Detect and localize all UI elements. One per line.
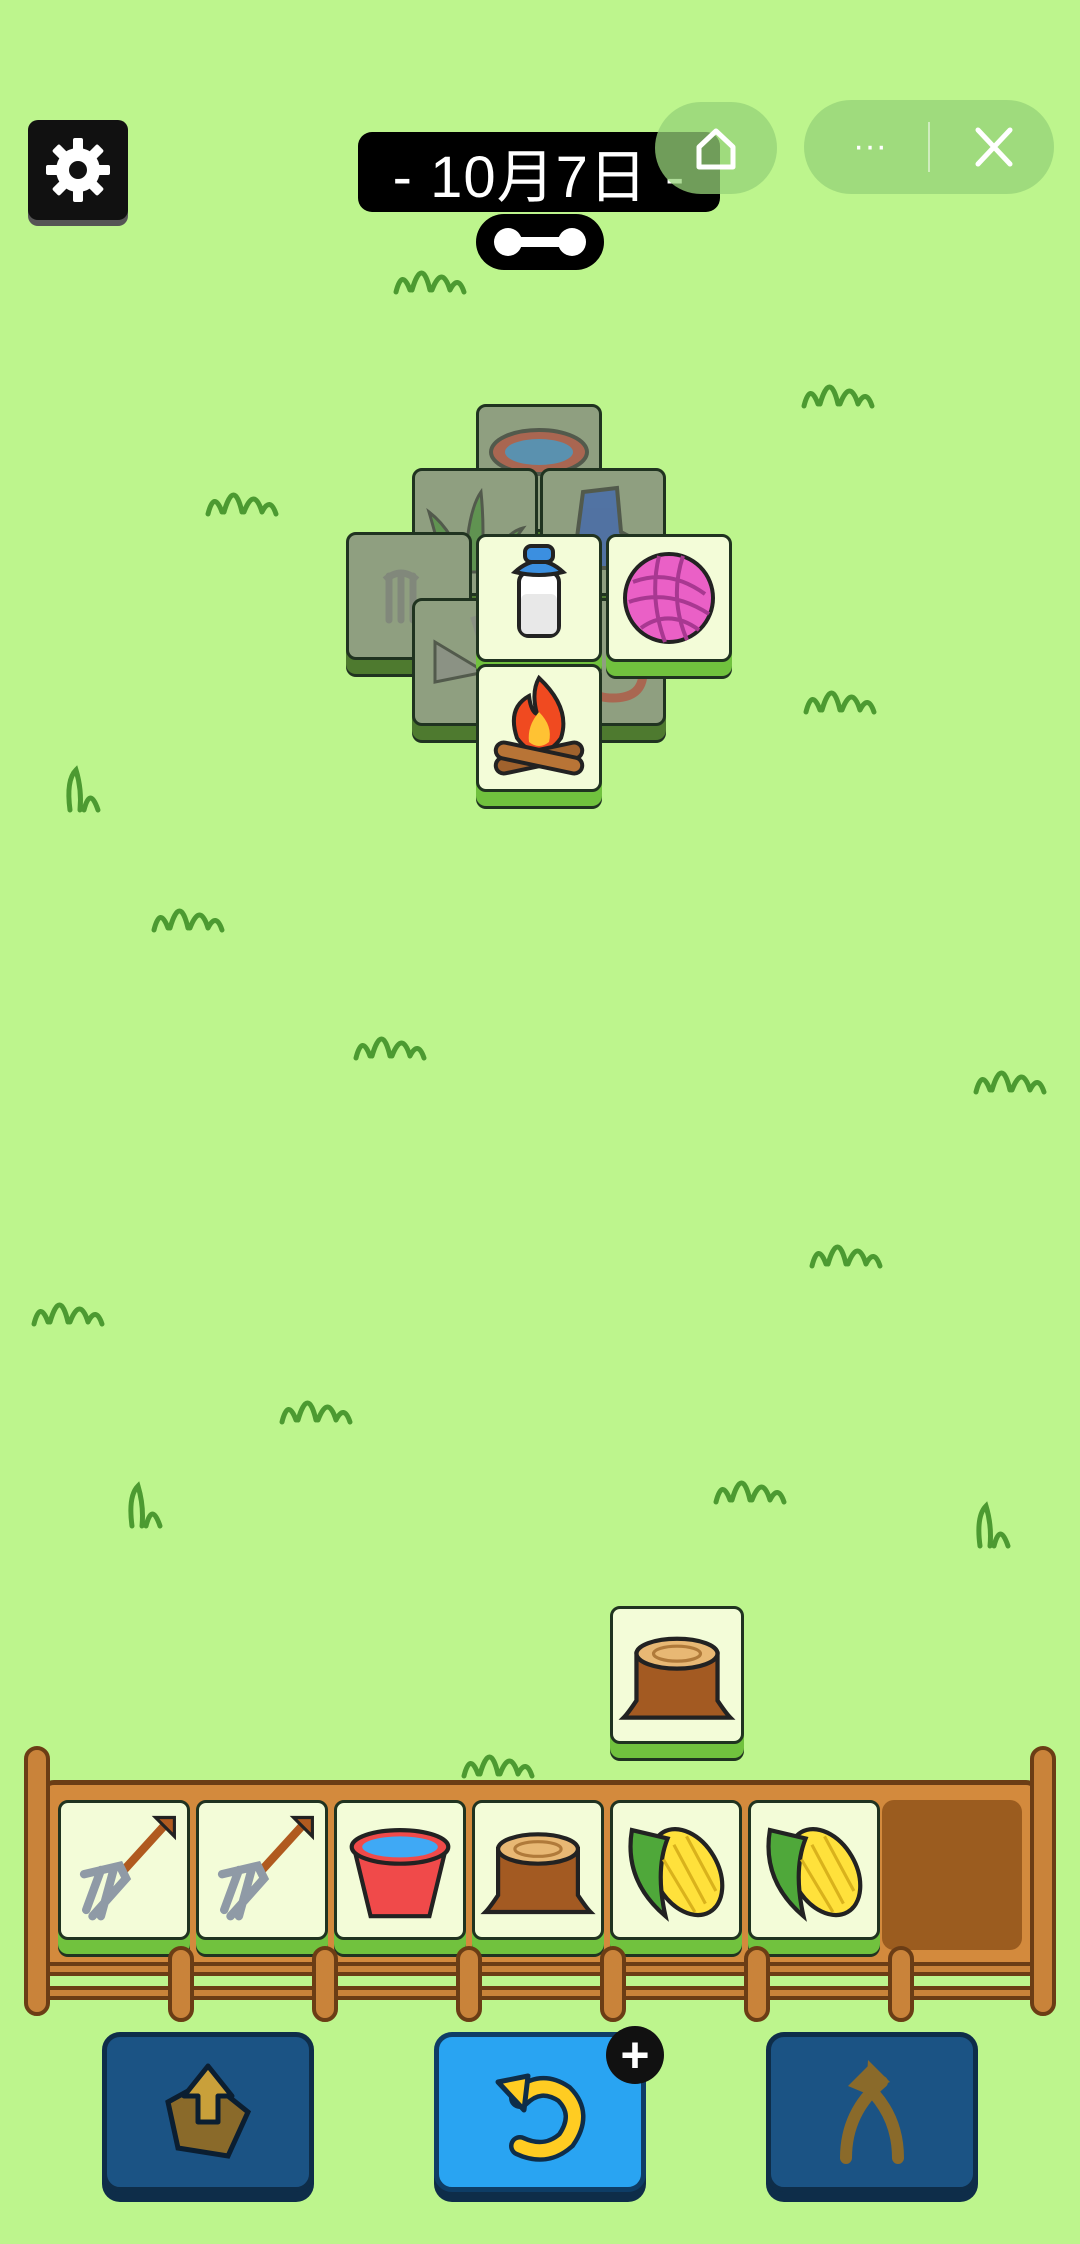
fence-post <box>24 1746 50 2016</box>
grass-tuft-icon <box>31 1302 105 1327</box>
board-tile-campfire[interactable] <box>476 664 602 792</box>
tray-tile-corn <box>610 1800 742 1940</box>
tile-up-arrow-icon <box>165 2063 252 2159</box>
grass-tuft-icon <box>976 1501 1011 1549</box>
move-out-button[interactable] <box>102 2032 314 2192</box>
fence-post <box>744 1946 770 2022</box>
grass-tuft-icon <box>279 1400 353 1425</box>
fence-post <box>456 1946 482 2022</box>
floating-tile-tree-stump[interactable] <box>610 1606 744 1744</box>
settings-button[interactable] <box>28 120 128 220</box>
fence-post <box>1030 1746 1056 2016</box>
tray-tile-pitchfork <box>58 1800 190 1940</box>
capsule-menu: ··· <box>804 100 1054 194</box>
grass-tuft-icon <box>353 1036 427 1061</box>
home-button[interactable] <box>655 102 777 194</box>
water-bucket-icon <box>349 1828 451 1919</box>
fence-post <box>312 1946 338 2022</box>
grass-tuft-icon <box>713 1480 787 1505</box>
grass-tuft-icon <box>973 1070 1047 1095</box>
campfire-icon <box>493 674 585 776</box>
capsule-divider <box>928 122 930 172</box>
pitchfork-icon <box>79 1815 176 1921</box>
corn-icon <box>766 1827 863 1922</box>
tray-tile-tree-stump <box>472 1800 604 1940</box>
grass-tuft-icon <box>801 384 875 409</box>
tray-tile-pitchfork <box>196 1800 328 1940</box>
more-button[interactable]: ··· <box>840 128 900 164</box>
fence-post <box>888 1946 914 2022</box>
gear-icon <box>46 138 110 202</box>
corn-icon <box>628 1827 725 1922</box>
milk-bottle-icon <box>510 544 568 638</box>
yarn-ball-icon <box>623 552 715 644</box>
grass-tuft-icon <box>809 1244 883 1269</box>
grass-tuft-icon <box>66 765 101 813</box>
board-tile-milk-bottle[interactable] <box>476 534 602 662</box>
undo-plus-badge[interactable]: + <box>606 2026 664 2084</box>
grass-tuft-icon <box>205 492 279 517</box>
close-icon[interactable] <box>964 120 1024 174</box>
grass-tuft-icon <box>151 908 225 933</box>
grass-tuft-icon <box>128 1481 163 1529</box>
tray-tile-corn <box>748 1800 880 1940</box>
shuffle-button[interactable] <box>766 2032 978 2192</box>
tray-tile-water-bucket <box>334 1800 466 1940</box>
grass-tuft-icon <box>461 1754 535 1779</box>
fence-post <box>600 1946 626 2022</box>
shuffle-arrows-icon <box>840 2060 904 2164</box>
grass-tuft-icon <box>393 270 467 295</box>
fence-post <box>168 1946 194 2022</box>
empty-tray-slot <box>882 1800 1022 1950</box>
home-icon <box>696 128 736 170</box>
board-tile-yarn-ball[interactable] <box>606 534 732 662</box>
dumbbell-key-icon <box>494 228 586 256</box>
tree-stump-icon <box>480 1832 596 1915</box>
pitchfork-icon <box>217 1815 314 1921</box>
grass-tuft-icon <box>803 690 877 715</box>
key-badge <box>476 214 604 270</box>
tree-stump-icon <box>618 1636 736 1720</box>
undo-arrow-icon <box>495 2073 586 2162</box>
